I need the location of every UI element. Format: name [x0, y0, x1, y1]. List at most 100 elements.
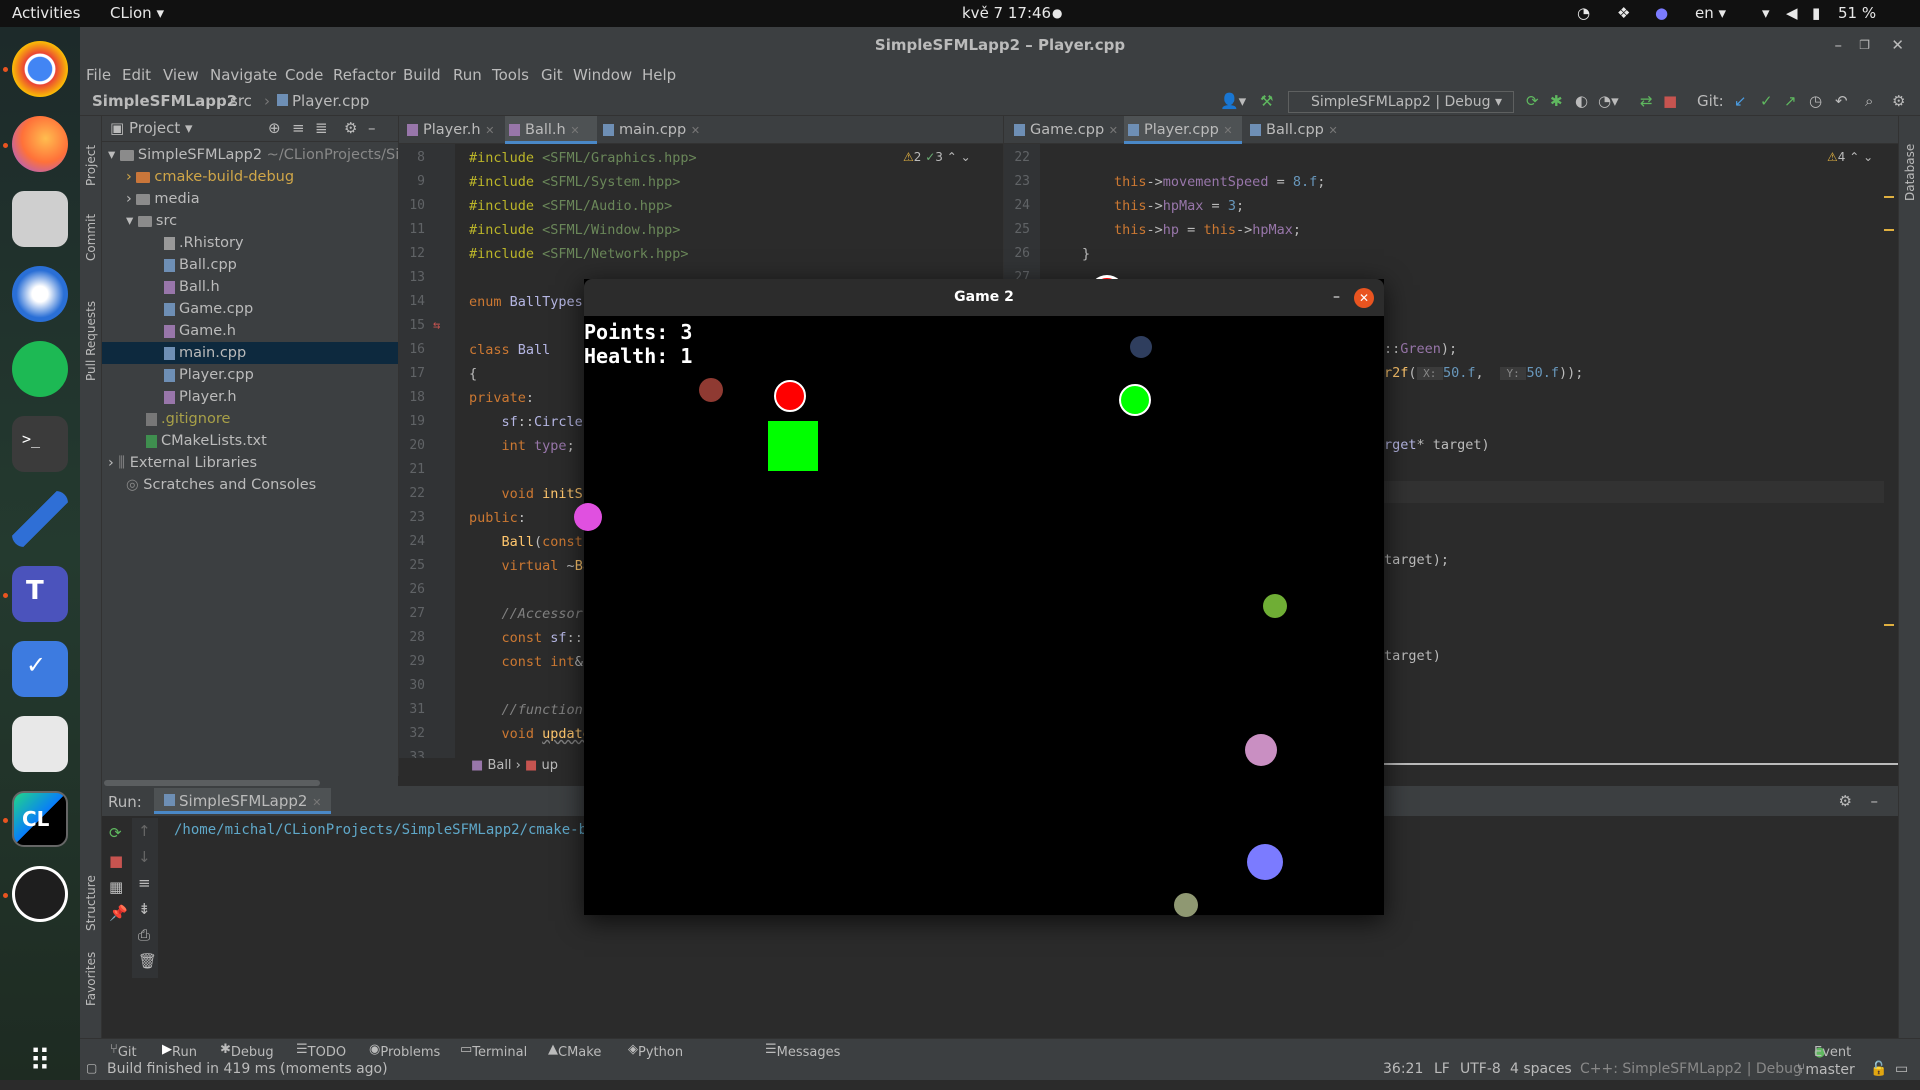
status-toggle-icon[interactable]: ▢ — [86, 1061, 97, 1075]
bottom-tab-problems[interactable]: ◉ Problems — [369, 1042, 440, 1060]
expand-all-icon[interactable]: ≡ — [292, 119, 305, 137]
breadcrumb-class[interactable]: Ball — [487, 758, 511, 773]
tab-close-icon[interactable]: ✕ — [485, 124, 494, 137]
teams-tray-icon[interactable]: ● — [1655, 4, 1668, 22]
git-update-icon[interactable]: ↙ — [1734, 92, 1747, 110]
clion-icon[interactable]: CL — [12, 791, 68, 847]
language-indicator[interactable]: en ▾ — [1695, 4, 1726, 22]
dropbox-icon[interactable]: ❖ — [1617, 4, 1630, 22]
database-tool-tab[interactable]: Database — [1903, 144, 1917, 201]
rerun-icon[interactable]: ⟳ — [1526, 92, 1539, 110]
code-line[interactable]: #include <SFML/Graphics.hpp> — [469, 150, 697, 174]
menu-code[interactable]: Code — [285, 66, 323, 84]
maximize-icon[interactable]: ❐ — [1859, 27, 1870, 64]
structure-tool-tab[interactable]: Structure — [84, 875, 98, 931]
project-tool-tab[interactable]: Project — [84, 145, 98, 186]
tab-close-icon[interactable]: ✕ — [1329, 124, 1338, 137]
tree-item-gitignore[interactable]: .gitignore — [102, 408, 398, 430]
code-line[interactable]: public: — [469, 510, 526, 534]
tree-item-player-cpp[interactable]: Player.cpp — [102, 364, 398, 386]
git-branch[interactable]: ⑂ master — [1797, 1061, 1855, 1078]
breadcrumb-method[interactable]: up — [541, 758, 558, 773]
pin-icon[interactable]: 📌 — [109, 904, 128, 922]
menu-edit[interactable]: Edit — [122, 66, 151, 84]
status-message[interactable]: Build finished in 419 ms (moments ago) — [107, 1061, 388, 1077]
wifi-icon[interactable]: ▾ — [1762, 4, 1770, 22]
app-menu[interactable]: CLion ▾ — [110, 4, 164, 22]
commit-tool-tab[interactable]: Commit — [84, 214, 98, 261]
code-line[interactable]: this->hp = this->hpMax; — [1114, 222, 1301, 246]
tree-item-player-h[interactable]: Player.h — [102, 386, 398, 408]
code-line[interactable]: int type; — [469, 438, 575, 462]
collapse-all-icon[interactable]: ≣ — [315, 119, 328, 137]
profile-icon[interactable]: ◔▾ — [1598, 92, 1619, 110]
tree-item-src[interactable]: ▾ src — [102, 210, 398, 232]
tray-icon[interactable]: ◔ — [1577, 4, 1590, 22]
code-line[interactable]: rget* target) — [1384, 437, 1490, 461]
thunderbird-icon[interactable] — [12, 266, 68, 322]
user-icon[interactable]: 👤▾ — [1220, 92, 1246, 110]
code-line[interactable]: const sf:: — [469, 630, 583, 654]
code-line[interactable]: target) — [1384, 648, 1441, 672]
code-line[interactable]: Ball(const — [469, 534, 583, 558]
memory-indicator-icon[interactable]: ▭ — [1895, 1061, 1908, 1077]
inspection-widget-right[interactable]: ⚠4 ⌃ ⌄ — [1827, 150, 1873, 164]
tree-item-ball-cpp[interactable]: Ball.cpp — [102, 254, 398, 276]
code-line[interactable]: r2f( X: 50.f, Y: 50.f)); — [1384, 365, 1583, 389]
inspection-widget[interactable]: ⚠2 ✓3 ⌃ ⌄ — [903, 150, 971, 164]
tab-ball-h[interactable]: Ball.h ✕ — [505, 116, 597, 144]
run-config-selector[interactable]: SimpleSFMLapp2 | Debug ▾ — [1288, 91, 1514, 113]
search-icon[interactable]: ⌕ — [1865, 92, 1873, 110]
bottom-tab-terminal[interactable]: ▭ Terminal — [460, 1042, 527, 1060]
code-line[interactable]: target); — [1384, 552, 1449, 576]
run-settings-icon[interactable]: ⚙ — [1839, 792, 1852, 810]
lock-icon[interactable]: 🔓 — [1870, 1061, 1887, 1077]
print-icon[interactable]: ⎙ — [138, 926, 150, 944]
tree-item-root[interactable]: ▾ SimpleSFMLapp2 ~/CLionProjects/Si — [102, 144, 398, 166]
menu-window[interactable]: Window — [573, 66, 632, 84]
coverage-icon[interactable]: ◐ — [1575, 92, 1588, 110]
menu-build[interactable]: Build — [403, 66, 441, 84]
run-tab-close-icon[interactable]: ✕ — [312, 796, 321, 809]
locate-icon[interactable]: ⊕ — [268, 119, 281, 137]
tab-game-cpp[interactable]: Game.cpp ✕ — [1010, 116, 1120, 144]
chrome-icon[interactable] — [12, 41, 68, 97]
menu-git[interactable]: Git — [541, 66, 563, 84]
bottom-tab-cmake[interactable]: ▲ CMake — [548, 1042, 601, 1060]
tree-item-external-libraries[interactable]: › ⫼ External Libraries — [102, 452, 398, 474]
terminal-icon[interactable]: >_ — [12, 416, 68, 472]
show-apps-icon[interactable]: ⠿ — [12, 1034, 68, 1090]
code-line[interactable]: #include <SFML/Audio.hpp> — [469, 198, 672, 222]
project-view-selector[interactable]: ▣ Project ▾ — [110, 119, 193, 137]
code-line[interactable]: sf::Circle — [469, 414, 583, 438]
tab-main-cpp[interactable]: main.cpp ✕ — [599, 116, 707, 144]
tree-item-rhistory[interactable]: .Rhistory — [102, 232, 398, 254]
git-history-icon[interactable]: ◷ — [1809, 92, 1822, 110]
mic-icon[interactable]: ▮ — [1812, 4, 1820, 22]
code-line[interactable]: void initS — [469, 486, 583, 510]
bottom-tab-run[interactable]: ▶ Run — [162, 1042, 197, 1060]
code-line[interactable]: //function — [469, 702, 583, 726]
code-line[interactable]: this->movementSpeed = 8.f; — [1114, 174, 1325, 198]
battery-indicator[interactable]: 51 % — [1838, 4, 1876, 22]
code-line[interactable]: #include <SFML/Window.hpp> — [469, 222, 680, 246]
scroll-down-icon[interactable]: ↓ — [138, 848, 151, 866]
tree-item-cmake-build-debug[interactable]: › cmake-build-debug — [102, 166, 398, 188]
git-rollback-icon[interactable]: ↶ — [1835, 92, 1848, 110]
code-line[interactable]: const int& — [469, 654, 583, 678]
bottom-tab-todo[interactable]: ☰ TODO — [296, 1042, 346, 1060]
code-line[interactable]: ::Green); — [1384, 341, 1457, 365]
activities-button[interactable]: Activities — [12, 4, 80, 22]
menu-tools[interactable]: Tools — [492, 66, 529, 84]
breadcrumb-folder[interactable]: src — [230, 92, 252, 110]
git-push-icon[interactable]: ↗ — [1784, 92, 1797, 110]
code-context[interactable]: C++: SimpleSFMLapp2 | Debug — [1580, 1061, 1802, 1077]
game-minimize-icon[interactable]: – — [1333, 279, 1340, 316]
indent-setting[interactable]: 4 spaces — [1510, 1061, 1572, 1077]
stop-run-icon[interactable]: ■ — [109, 852, 123, 870]
menu-refactor[interactable]: Refactor — [333, 66, 396, 84]
tab-player-cpp[interactable]: Player.cpp ✕ — [1124, 116, 1242, 144]
code-line[interactable]: #include <SFML/System.hpp> — [469, 174, 680, 198]
tree-item-ball-h[interactable]: Ball.h — [102, 276, 398, 298]
debug-icon[interactable]: ✱ — [1550, 92, 1563, 110]
